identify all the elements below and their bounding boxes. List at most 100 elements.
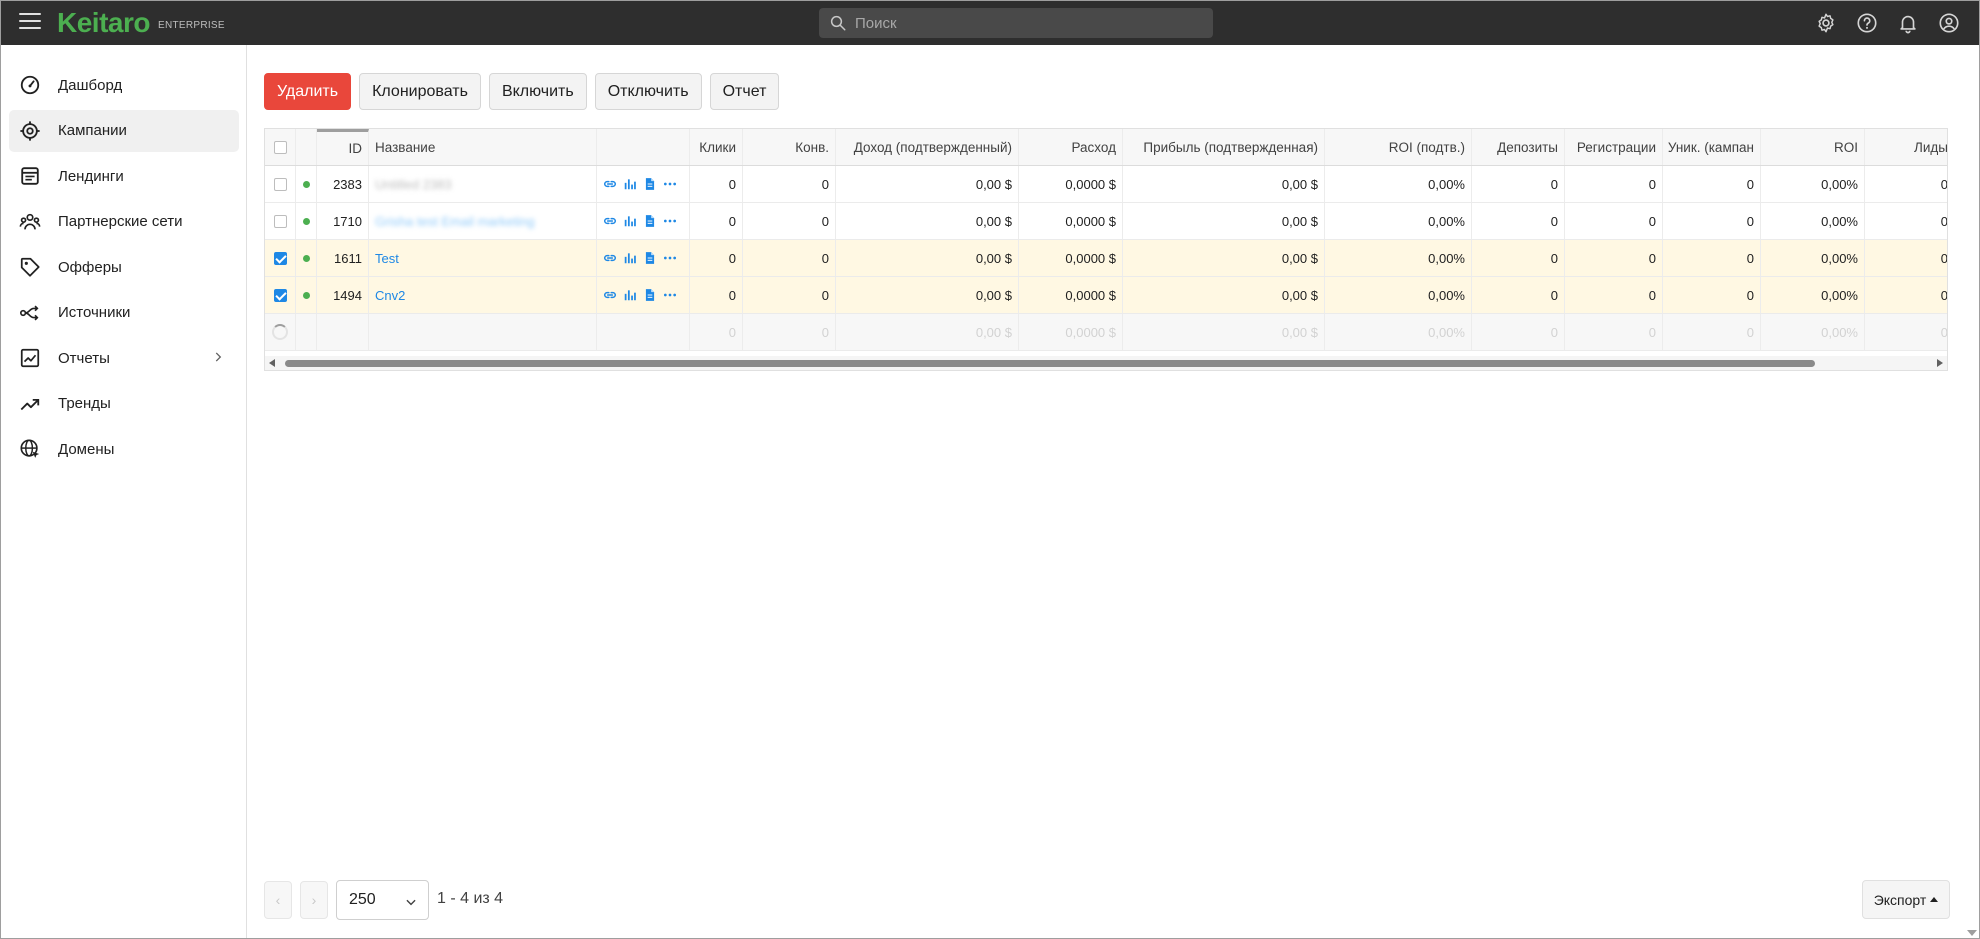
row-checkbox[interactable] bbox=[273, 288, 287, 302]
campaign-log-document-icon[interactable] bbox=[643, 251, 657, 265]
scroll-left-arrow-icon[interactable] bbox=[269, 359, 275, 367]
enable-button[interactable]: Включить bbox=[488, 73, 587, 110]
affiliate-network-icon bbox=[18, 210, 42, 234]
cell-profit: 0,00 $ bbox=[1123, 166, 1325, 202]
sidebar-nav: Дашборд Кампании Лендинги Партнерские се… bbox=[1, 45, 246, 470]
status-cell bbox=[296, 240, 317, 276]
caret-up-icon bbox=[1930, 897, 1939, 902]
campaign-link-icon[interactable] bbox=[603, 288, 617, 302]
cell-roi-conf: 0,00% bbox=[1325, 240, 1472, 276]
chevron-down-icon bbox=[406, 899, 416, 906]
table-row[interactable]: 1710 Grisha test Email marketing 0 0 0,00 $… bbox=[265, 203, 1947, 240]
sidebar-item-landings[interactable]: Лендинги bbox=[9, 155, 239, 197]
select-all-checkbox[interactable] bbox=[273, 140, 287, 154]
column-header-registrations[interactable]: Регистрации bbox=[1565, 129, 1663, 165]
app-window: Keitaro ENTERPRISE Дашборд Кампании bbox=[0, 0, 1980, 939]
cell-leads: 0 bbox=[1865, 166, 1947, 202]
state-header bbox=[296, 129, 317, 165]
column-header-revenue[interactable]: Доход (подтвержденный) bbox=[836, 129, 1019, 165]
sidebar-item-label: Партнерские сети bbox=[58, 213, 183, 230]
sidebar-item-reports[interactable]: Отчеты bbox=[9, 337, 239, 379]
campaign-name-link[interactable]: Untitled 2383 bbox=[375, 177, 452, 192]
campaign-name-link[interactable]: Cnv2 bbox=[375, 288, 405, 303]
column-header-deposits[interactable]: Депозиты bbox=[1472, 129, 1565, 165]
column-header-clicks[interactable]: Клики bbox=[690, 129, 743, 165]
campaign-name-link[interactable]: Test bbox=[375, 251, 399, 266]
column-header-cost[interactable]: Расход bbox=[1019, 129, 1123, 165]
status-active-dot-icon bbox=[302, 180, 310, 188]
column-header-leads[interactable]: Лиды bbox=[1865, 129, 1947, 165]
total-cost: 0,0000 $ bbox=[1019, 314, 1123, 350]
campaign-log-document-icon[interactable] bbox=[643, 288, 657, 302]
sidebar-item-trends[interactable]: Тренды bbox=[9, 383, 239, 425]
column-header-profit[interactable]: Прибыль (подтвержденная) bbox=[1123, 129, 1325, 165]
empty-cell bbox=[317, 314, 369, 350]
scroll-right-arrow-icon[interactable] bbox=[1937, 359, 1943, 367]
column-header-name[interactable]: Название bbox=[369, 129, 597, 165]
menu-icon[interactable] bbox=[19, 13, 41, 33]
campaign-report-chart-icon[interactable] bbox=[623, 251, 637, 265]
table-row[interactable]: 1611 Test 0 0 0,00 $0,0000 $0,00 $0,00% 0 0 0 0… bbox=[265, 240, 1947, 277]
sidebar-item-affiliate-networks[interactable]: Партнерские сети bbox=[9, 201, 239, 243]
more-actions-icon[interactable] bbox=[663, 177, 677, 191]
status-cell bbox=[296, 277, 317, 313]
sidebar-item-domains[interactable]: Домены bbox=[9, 428, 239, 470]
campaign-link-icon[interactable] bbox=[603, 214, 617, 228]
cell-roi-conf: 0,00% bbox=[1325, 166, 1472, 202]
sidebar-item-label: Источники bbox=[58, 304, 131, 321]
campaign-log-document-icon[interactable] bbox=[643, 214, 657, 228]
campaign-name-link[interactable]: Grisha test Email marketing bbox=[375, 214, 535, 229]
column-header-id[interactable]: ID bbox=[317, 129, 369, 165]
campaign-report-chart-icon[interactable] bbox=[623, 177, 637, 191]
row-checkbox[interactable] bbox=[273, 214, 287, 228]
campaign-link-icon[interactable] bbox=[603, 251, 617, 265]
sidebar-item-dashboard[interactable]: Дашборд bbox=[9, 64, 239, 106]
scrollbar-thumb[interactable] bbox=[285, 360, 1815, 367]
table-row[interactable]: 1494 Cnv2 0 0 0,00 $0,0000 $0,00 $0,00% 0 0 0 0… bbox=[265, 277, 1947, 314]
table-row[interactable]: 2383 Untitled 2383 0 0 0,00 $0,0000 $0,00 $… bbox=[265, 166, 1947, 203]
more-actions-icon[interactable] bbox=[663, 288, 677, 302]
bell-icon[interactable] bbox=[1896, 11, 1920, 35]
next-page-button[interactable]: › bbox=[300, 881, 328, 919]
export-button[interactable]: Экспорт bbox=[1862, 880, 1950, 919]
totals-row: 0 0 0,00 $ 0,0000 $ 0,00 $ 0,00% 0 0 0 0… bbox=[265, 314, 1947, 351]
per-page-select[interactable]: 250 bbox=[336, 880, 429, 920]
cell-roi: 0,00% bbox=[1761, 240, 1865, 276]
row-checkbox[interactable] bbox=[273, 251, 287, 265]
pagination-range: 1 - 4 из 4 bbox=[437, 890, 504, 907]
campaign-log-document-icon[interactable] bbox=[643, 177, 657, 191]
search-bar[interactable] bbox=[819, 8, 1213, 38]
sidebar-item-campaigns[interactable]: Кампании bbox=[9, 109, 239, 152]
prev-page-button[interactable]: ‹ bbox=[264, 881, 292, 919]
target-icon bbox=[18, 119, 42, 143]
report-button[interactable]: Отчет bbox=[709, 73, 780, 110]
campaign-report-chart-icon[interactable] bbox=[623, 288, 637, 302]
status-active-dot-icon bbox=[302, 291, 310, 299]
more-actions-icon[interactable] bbox=[663, 214, 677, 228]
account-icon[interactable] bbox=[1937, 11, 1961, 35]
status-active-dot-icon bbox=[302, 217, 310, 225]
column-header-roi[interactable]: ROI bbox=[1761, 129, 1865, 165]
search-input[interactable] bbox=[855, 14, 1185, 32]
per-page-value: 250 bbox=[349, 891, 376, 908]
clone-button[interactable]: Клонировать bbox=[359, 73, 481, 110]
disable-button[interactable]: Отключить bbox=[594, 73, 702, 110]
row-checkbox[interactable] bbox=[273, 177, 287, 191]
sidebar-item-offers[interactable]: Офферы bbox=[9, 246, 239, 288]
delete-button[interactable]: Удалить bbox=[264, 73, 352, 110]
toolbar: Удалить Клонировать Включить Отключить О… bbox=[264, 73, 780, 110]
actions-header bbox=[597, 129, 690, 165]
gear-icon[interactable] bbox=[1814, 11, 1838, 35]
sidebar-item-sources[interactable]: Источники bbox=[9, 292, 239, 334]
campaign-link-icon[interactable] bbox=[603, 177, 617, 191]
cell-roi: 0,00% bbox=[1761, 166, 1865, 202]
column-header-roi-confirmed[interactable]: ROI (подтв.) bbox=[1325, 129, 1472, 165]
logo[interactable]: Keitaro ENTERPRISE bbox=[57, 7, 225, 38]
row-actions-cell bbox=[597, 240, 690, 276]
column-header-uniques[interactable]: Уник. (кампан bbox=[1663, 129, 1761, 165]
campaign-report-chart-icon[interactable] bbox=[623, 214, 637, 228]
horizontal-scrollbar[interactable] bbox=[265, 356, 1947, 370]
column-header-conv[interactable]: Конв. bbox=[743, 129, 836, 165]
help-icon[interactable] bbox=[1855, 11, 1879, 35]
more-actions-icon[interactable] bbox=[663, 251, 677, 265]
